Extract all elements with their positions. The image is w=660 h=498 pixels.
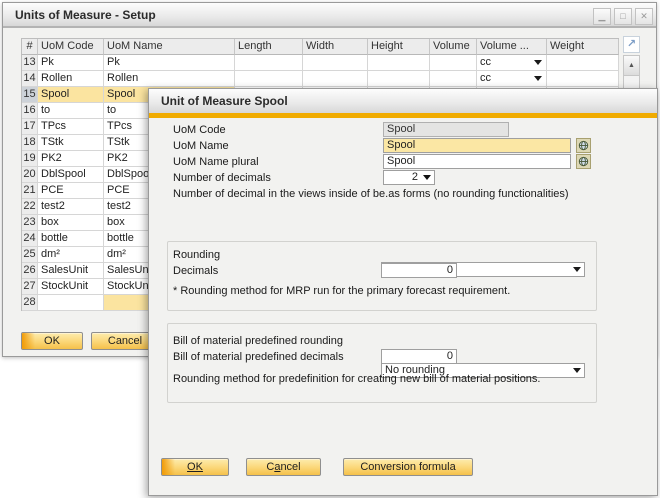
uom-code-cell[interactable]: Rollen: [38, 71, 104, 87]
column-header[interactable]: #: [22, 39, 38, 55]
column-header[interactable]: Width: [303, 39, 368, 55]
column-header[interactable]: Height: [368, 39, 430, 55]
column-header[interactable]: Volume: [430, 39, 477, 55]
uom-code-cell[interactable]: TPcs: [38, 119, 104, 135]
number-of-decimals-label: Number of decimals: [173, 171, 271, 185]
row-number: 18: [22, 135, 38, 151]
row-number: 20: [22, 167, 38, 183]
minimize-icon[interactable]: ▁: [593, 8, 611, 25]
column-header[interactable]: UoM Name: [104, 39, 235, 55]
number-of-decimals-dropdown[interactable]: 2: [383, 170, 435, 185]
volume-cell[interactable]: [430, 71, 477, 87]
mrp-rounding-note: * Rounding method for MRP run for the pr…: [173, 285, 510, 297]
row-number: 23: [22, 215, 38, 231]
dialog-ok-button[interactable]: OK: [161, 458, 229, 476]
dialog-titlebar[interactable]: Unit of Measure Spool: [149, 89, 657, 113]
dropdown-arrow-icon: [573, 368, 581, 373]
dialog-cancel-button[interactable]: Cancel: [246, 458, 321, 476]
row-number: 28: [22, 295, 38, 311]
column-header[interactable]: Volume ...: [477, 39, 547, 55]
bom-decimals-field[interactable]: 0: [381, 349, 457, 364]
main-titlebar[interactable]: Units of Measure - Setup ▁ □ ✕: [3, 3, 656, 28]
volume-uom-cell[interactable]: cc: [477, 55, 547, 71]
uom-code-cell[interactable]: PK2: [38, 151, 104, 167]
uom-code-cell[interactable]: StockUnit: [38, 279, 104, 295]
column-header[interactable]: Weight: [547, 39, 619, 55]
expand-grid-icon[interactable]: ↗: [623, 36, 640, 53]
dropdown-arrow-icon[interactable]: [534, 60, 542, 65]
uom-name-cell[interactable]: Pk: [104, 55, 235, 71]
height-cell[interactable]: [368, 55, 430, 71]
table-row[interactable]: 14RollenRollencc: [22, 71, 619, 87]
volume-uom-value: cc: [480, 71, 534, 86]
column-header[interactable]: Length: [235, 39, 303, 55]
uom-code-cell[interactable]: [38, 295, 104, 311]
weight-cell[interactable]: [547, 71, 619, 87]
uom-code-label: UoM Code: [173, 123, 226, 137]
main-ok-button[interactable]: OK: [21, 332, 83, 350]
row-number: 17: [22, 119, 38, 135]
height-cell[interactable]: [368, 71, 430, 87]
row-number: 19: [22, 151, 38, 167]
translate-globe-icon[interactable]: [576, 138, 591, 153]
column-header[interactable]: UoM Code: [38, 39, 104, 55]
dialog-title: Unit of Measure Spool: [161, 94, 288, 108]
row-number: 27: [22, 279, 38, 295]
table-row[interactable]: 13PkPkcc: [22, 55, 619, 71]
row-number: 15: [22, 87, 38, 103]
dropdown-arrow-icon: [423, 175, 431, 180]
uom-code-field: Spool: [383, 122, 509, 137]
uom-name-label: UoM Name: [173, 139, 229, 153]
row-number: 13: [22, 55, 38, 71]
accent-bar: [149, 113, 657, 118]
weight-cell[interactable]: [547, 55, 619, 71]
decimals-note: Number of decimal in the views inside of…: [173, 188, 569, 200]
scroll-up-icon[interactable]: ▲: [624, 56, 639, 76]
length-cell[interactable]: [235, 55, 303, 71]
uom-code-cell[interactable]: dm²: [38, 247, 104, 263]
row-number: 24: [22, 231, 38, 247]
row-number: 25: [22, 247, 38, 263]
uom-name-plural-field[interactable]: Spool: [383, 154, 571, 169]
window-title: Units of Measure - Setup: [15, 8, 156, 22]
volume-uom-cell[interactable]: cc: [477, 71, 547, 87]
table-header-row: #UoM CodeUoM NameLengthWidthHeightVolume…: [22, 39, 619, 55]
dropdown-arrow-icon: [573, 267, 581, 272]
volume-cell[interactable]: [430, 55, 477, 71]
translate-globe-icon[interactable]: [576, 154, 591, 169]
rounding-label: Rounding: [173, 248, 220, 262]
uom-code-cell[interactable]: SalesUnit: [38, 263, 104, 279]
uom-code-cell[interactable]: TStk: [38, 135, 104, 151]
uom-name-field[interactable]: Spool: [383, 138, 571, 153]
uom-name-cell[interactable]: Rollen: [104, 71, 235, 87]
uom-code-cell[interactable]: test2: [38, 199, 104, 215]
volume-uom-value: cc: [480, 55, 534, 70]
uom-code-cell[interactable]: PCE: [38, 183, 104, 199]
width-cell[interactable]: [303, 71, 368, 87]
uom-code-cell[interactable]: Spool: [38, 87, 104, 103]
bom-rounding-label: Bill of material predefined rounding: [173, 334, 343, 348]
uom-code-cell[interactable]: box: [38, 215, 104, 231]
row-number: 14: [22, 71, 38, 87]
bom-decimals-label: Bill of material predefined decimals: [173, 350, 344, 364]
uom-code-cell[interactable]: to: [38, 103, 104, 119]
width-cell[interactable]: [303, 55, 368, 71]
length-cell[interactable]: [235, 71, 303, 87]
close-icon[interactable]: ✕: [635, 8, 653, 25]
decimals-field[interactable]: 0: [381, 263, 457, 278]
uom-name-plural-label: UoM Name plural: [173, 155, 259, 169]
uom-code-cell[interactable]: bottle: [38, 231, 104, 247]
uom-code-cell[interactable]: DblSpool: [38, 167, 104, 183]
dropdown-arrow-icon[interactable]: [534, 76, 542, 81]
maximize-icon[interactable]: □: [614, 8, 632, 25]
row-number: 21: [22, 183, 38, 199]
row-number: 26: [22, 263, 38, 279]
conversion-formula-button[interactable]: Conversion formula: [343, 458, 473, 476]
row-number: 16: [22, 103, 38, 119]
bom-rounding-note: Rounding method for predefinition for cr…: [173, 373, 540, 385]
uom-code-cell[interactable]: Pk: [38, 55, 104, 71]
decimals-label: Decimals: [173, 264, 218, 278]
unit-of-measure-dialog: Unit of Measure Spool UoM Code Spool UoM…: [148, 88, 658, 496]
row-number: 22: [22, 199, 38, 215]
